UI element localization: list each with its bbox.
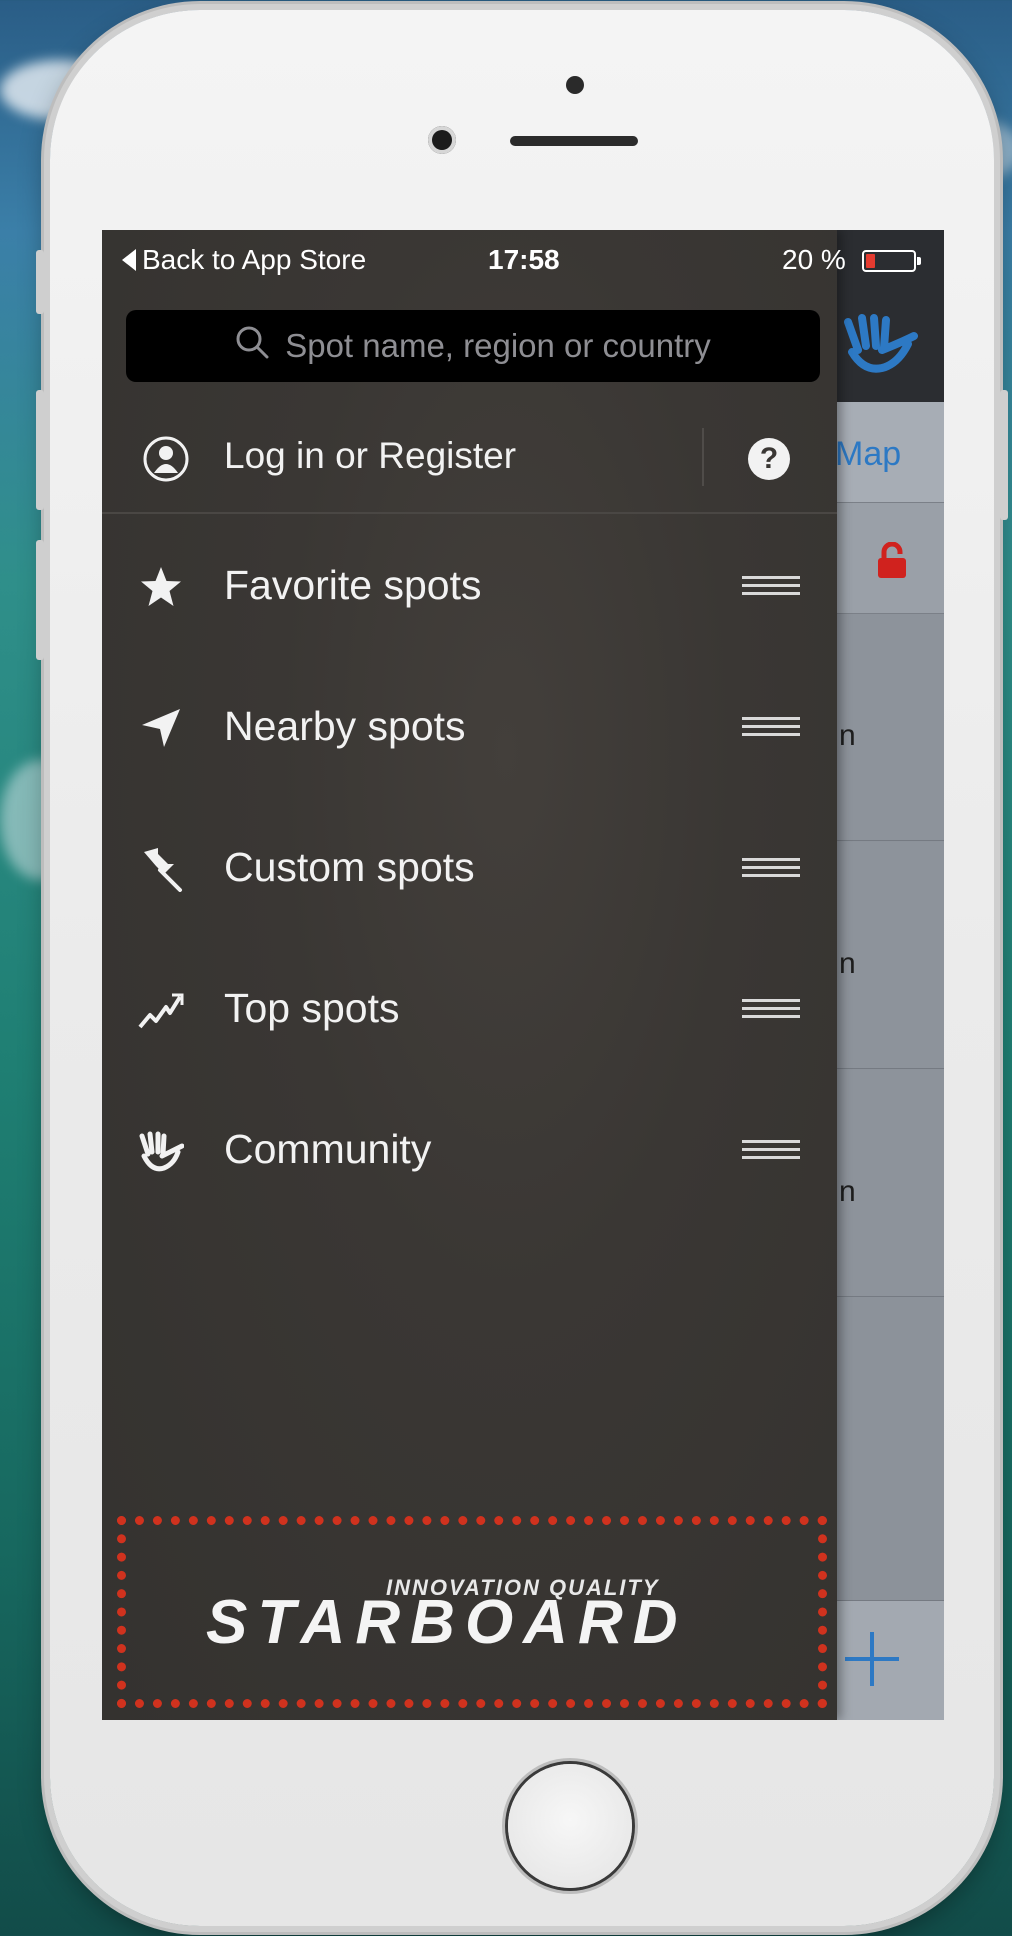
- battery-icon: [862, 250, 916, 272]
- menu-item-nearby-spots[interactable]: Nearby spots: [102, 655, 837, 796]
- home-button[interactable]: [508, 1764, 632, 1888]
- list-item-text: n: [839, 719, 856, 752]
- side-menu-drawer: Spot name, region or country Log in or R…: [102, 230, 837, 1720]
- menu-item-label: Favorite spots: [224, 562, 482, 608]
- screen: Map n n n Spot name, region or country L…: [102, 230, 944, 1720]
- volume-up-button: [36, 390, 44, 510]
- starboard-brand-banner[interactable]: INNOVATION QUALITY STARBOARD: [117, 1516, 827, 1708]
- front-camera: [428, 126, 456, 154]
- list-item[interactable]: n: [837, 1070, 944, 1297]
- plus-icon[interactable]: [843, 1630, 901, 1693]
- drag-handle-icon[interactable]: [742, 576, 800, 600]
- mute-switch: [36, 250, 44, 314]
- battery-level: [866, 254, 875, 268]
- earpiece-speaker: [510, 136, 638, 146]
- search-input[interactable]: Spot name, region or country: [126, 310, 820, 382]
- help-icon[interactable]: ?: [748, 438, 790, 480]
- drag-handle-icon[interactable]: [742, 1140, 800, 1164]
- pin-icon: [138, 846, 184, 892]
- menu-item-custom-spots[interactable]: Custom spots: [102, 796, 837, 937]
- drag-handle-icon[interactable]: [742, 858, 800, 882]
- user-icon: [142, 435, 190, 488]
- proximity-sensor: [566, 76, 584, 94]
- list-item-text: n: [839, 1175, 856, 1208]
- search-placeholder: Spot name, region or country: [285, 327, 711, 364]
- status-bar: Back to App Store 17:58 20 %: [102, 230, 944, 292]
- drag-handle-icon[interactable]: [742, 717, 800, 741]
- divider: [702, 428, 704, 486]
- menu-item-label: Nearby spots: [224, 703, 466, 749]
- login-register-label[interactable]: Log in or Register: [224, 435, 516, 477]
- menu-item-community[interactable]: Community: [102, 1078, 837, 1219]
- status-time: 17:58: [488, 244, 560, 275]
- battery-cap: [917, 257, 921, 265]
- search-icon: [235, 325, 269, 367]
- login-row[interactable]: Log in or Register ?: [102, 402, 837, 514]
- menu-item-label: Community: [224, 1126, 432, 1172]
- brand-logo: STARBOARD: [206, 1588, 688, 1657]
- list-item[interactable]: n: [837, 614, 944, 841]
- drag-handle-icon[interactable]: [742, 999, 800, 1023]
- battery-percent: 20 %: [782, 244, 846, 275]
- map-link[interactable]: Map: [835, 435, 901, 474]
- menu-item-label: Top spots: [224, 985, 400, 1031]
- location-arrow-icon: [138, 705, 184, 751]
- hang-loose-icon[interactable]: [842, 312, 918, 383]
- back-to-app-store-label: Back to App Store: [142, 244, 367, 275]
- star-icon: [138, 564, 184, 610]
- lock-open-icon[interactable]: [876, 541, 908, 585]
- menu-item-favorite-spots[interactable]: Favorite spots: [102, 514, 837, 655]
- back-arrow-icon: [122, 249, 136, 271]
- back-to-app-store-button[interactable]: Back to App Store: [122, 244, 366, 276]
- menu-item-label: Custom spots: [224, 844, 475, 890]
- menu-item-top-spots[interactable]: Top spots: [102, 937, 837, 1078]
- list-item-text: n: [839, 947, 856, 980]
- trend-icon: [138, 987, 184, 1033]
- volume-down-button: [36, 540, 44, 660]
- power-button: [1000, 390, 1008, 520]
- hang-loose-icon: [138, 1128, 185, 1174]
- list-item[interactable]: n: [837, 842, 944, 1069]
